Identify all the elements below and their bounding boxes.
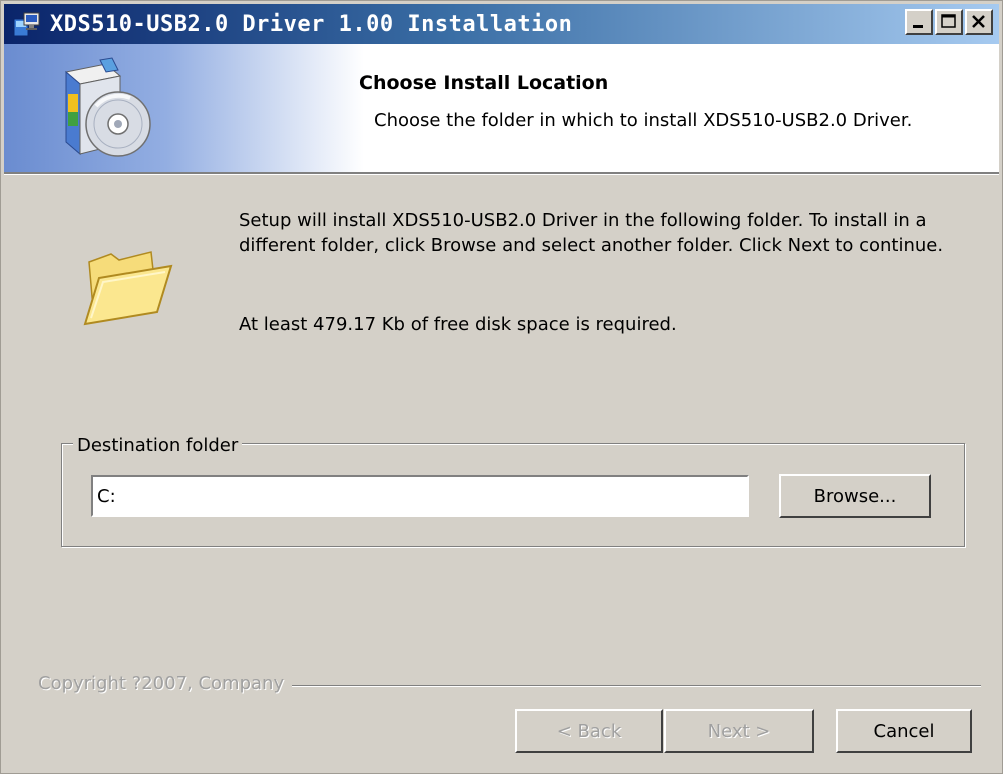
header-banner <box>4 44 364 172</box>
minimize-button[interactable] <box>905 9 933 35</box>
destination-folder-input[interactable] <box>91 475 749 517</box>
copyright-text: Copyright ?2007, Company <box>38 673 293 694</box>
back-button[interactable]: < Back <box>515 709 663 753</box>
page-title: Choose Install Location <box>359 72 609 94</box>
close-icon <box>972 15 985 28</box>
intro-text: Setup will install XDS510-USB2.0 Driver … <box>239 210 944 256</box>
disk-space-text: At least 479.17 Kb of free disk space is… <box>239 314 677 335</box>
cancel-button[interactable]: Cancel <box>836 709 972 753</box>
next-button[interactable]: Next > <box>664 709 814 753</box>
wizard-header: Choose Install Location Choose the folde… <box>4 44 999 174</box>
title-bar-buttons <box>905 9 993 35</box>
page-subtitle: Choose the folder in which to install XD… <box>374 110 913 131</box>
destination-legend: Destination folder <box>73 435 243 456</box>
close-button[interactable] <box>965 9 993 35</box>
window-title: XDS510-USB2.0 Driver 1.00 Installation <box>50 11 573 37</box>
folder-icon <box>83 251 173 326</box>
minimize-icon <box>913 25 923 28</box>
title-bar[interactable]: XDS510-USB2.0 Driver 1.00 Installation <box>4 4 999 44</box>
installer-app-icon[interactable] <box>12 9 42 39</box>
browse-button[interactable]: Browse... <box>779 474 931 518</box>
maximize-button[interactable] <box>935 9 963 35</box>
installer-window: XDS510-USB2.0 Driver 1.00 Installation C… <box>0 0 1003 774</box>
software-box-cd-icon <box>64 57 151 157</box>
maximize-icon <box>941 14 956 28</box>
